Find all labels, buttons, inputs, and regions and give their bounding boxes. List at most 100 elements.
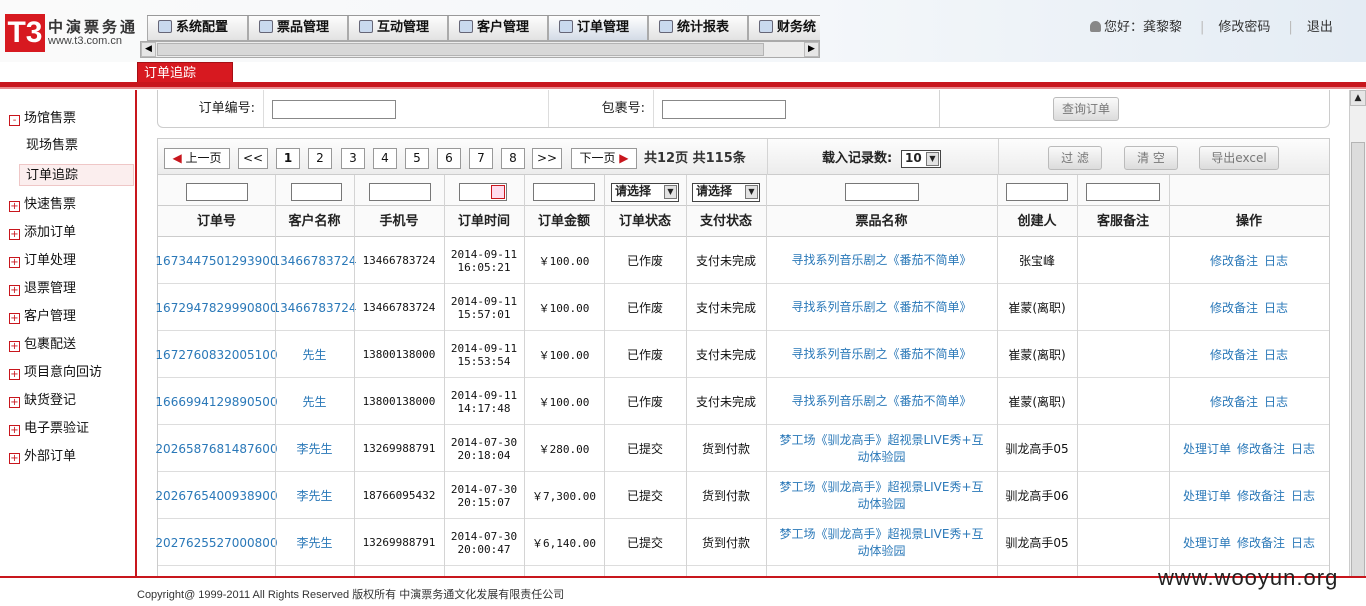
order-no-link[interactable]: 1672947829990800 (155, 284, 277, 331)
calendar-icon[interactable] (491, 185, 505, 199)
product-link[interactable]: 梦工场《驯龙高手》超视景LIVE秀+互动体验园 (766, 472, 997, 519)
menu-ticket-management[interactable]: 票品管理 (248, 16, 348, 41)
filter-button[interactable]: 过 滤 (1048, 146, 1102, 170)
row-action-link[interactable]: 日志 (1264, 252, 1288, 269)
menu-system-config[interactable]: 系统配置 (147, 16, 248, 41)
clear-button[interactable]: 清 空 (1124, 146, 1178, 170)
product-link[interactable]: 寻找系列音乐剧之《番茄不简单》 (766, 237, 997, 284)
page-button-6[interactable]: 6 (437, 148, 461, 169)
row-action-link[interactable]: 处理订单 (1183, 487, 1231, 504)
menu-statistics-report[interactable]: 统计报表 (648, 16, 748, 41)
order-no-link[interactable]: 2026587681487600 (155, 425, 277, 472)
customer-link[interactable]: 李先生 (275, 472, 354, 519)
menu-finance[interactable]: 财务统 (748, 16, 820, 41)
page-button-3[interactable]: 3 (341, 148, 365, 169)
filter-product[interactable] (845, 183, 919, 201)
sidebar-item-external-orders[interactable]: + 外部订单 (9, 446, 76, 468)
sidebar-item-order-processing[interactable]: + 订单处理 (9, 250, 76, 272)
customer-link[interactable]: 先生 (275, 378, 354, 425)
scrollbar-thumb[interactable] (1351, 142, 1365, 582)
logout-link[interactable]: 退出 (1307, 20, 1333, 35)
product-link[interactable]: 寻找系列音乐剧之《番茄不简单》 (766, 284, 997, 331)
page-button-5[interactable]: 5 (405, 148, 429, 169)
export-excel-button[interactable]: 导出excel (1199, 146, 1279, 170)
sidebar-item-project-followup[interactable]: + 项目意向回访 (9, 362, 102, 384)
row-action-link[interactable]: 修改备注 (1237, 534, 1285, 551)
filter-phone[interactable] (369, 183, 431, 201)
row-action-link[interactable]: 修改备注 (1210, 393, 1258, 410)
product-link[interactable]: 梦工场《驯龙高手》超视景LIVE秀+互动体验园 (766, 425, 997, 472)
first-page-button[interactable]: << (238, 148, 268, 169)
scroll-left-arrow-icon[interactable]: ◀ (141, 42, 156, 57)
filter-amount[interactable] (533, 183, 595, 201)
row-action-link[interactable]: 日志 (1264, 346, 1288, 363)
order-status-select[interactable]: 请选择 ▼ (611, 183, 679, 202)
change-password-link[interactable]: 修改密码 (1218, 20, 1270, 35)
product-name[interactable]: 梦工场《驯龙高手》超视景LIVE秀+互动体验园 (766, 526, 997, 560)
product-name[interactable]: 寻找系列音乐剧之《番茄不简单》 (783, 252, 979, 269)
page-button-4[interactable]: 4 (373, 148, 397, 169)
page-button-7[interactable]: 7 (469, 148, 493, 169)
product-link[interactable]: 梦工场《驯龙高手》超视景LIVE秀+互动体验园 (766, 519, 997, 566)
row-action-link[interactable]: 修改备注 (1210, 299, 1258, 316)
pay-status-select[interactable]: 请选择 ▼ (692, 183, 760, 202)
sidebar-item-venue-sales[interactable]: - 场馆售票 (9, 108, 76, 130)
sidebar-item-add-order[interactable]: + 添加订单 (9, 222, 76, 244)
product-name[interactable]: 梦工场《驯龙高手》超视景LIVE秀+互动体验园 (766, 479, 997, 513)
row-action-link[interactable]: 日志 (1264, 299, 1288, 316)
load-records-select[interactable]: 10 ▼ (901, 150, 941, 168)
product-name[interactable]: 寻找系列音乐剧之《番茄不简单》 (783, 346, 979, 363)
page-button-2[interactable]: 2 (308, 148, 332, 169)
filter-creator[interactable] (1006, 183, 1068, 201)
row-action-link[interactable]: 日志 (1291, 440, 1315, 457)
filter-customer[interactable] (291, 183, 342, 201)
query-order-button[interactable]: 查询订单 (1053, 97, 1119, 121)
row-action-link[interactable]: 修改备注 (1237, 440, 1285, 457)
customer-link[interactable]: 先生 (275, 331, 354, 378)
order-no-input[interactable] (272, 100, 396, 119)
sidebar-item-refund-management[interactable]: + 退票管理 (9, 278, 76, 300)
row-action-link[interactable]: 修改备注 (1210, 252, 1258, 269)
package-no-input[interactable] (662, 100, 786, 119)
order-no-link[interactable]: 1666994129890500 (155, 378, 277, 425)
sidebar-item-quick-sales[interactable]: + 快速售票 (9, 194, 76, 216)
sidebar-item-order-tracking[interactable]: 订单追踪 (19, 164, 134, 186)
menu-order-management[interactable]: 订单管理 (548, 16, 648, 41)
page-vertical-scrollbar[interactable]: ▲ (1349, 90, 1366, 582)
row-action-link[interactable]: 日志 (1291, 487, 1315, 504)
page-button-8[interactable]: 8 (501, 148, 525, 169)
menu-customer-management[interactable]: 客户管理 (448, 16, 548, 41)
order-no-link[interactable]: 2027625527000800 (155, 519, 277, 566)
sidebar-item-onsite-sales[interactable]: 现场售票 (26, 135, 78, 157)
product-name[interactable]: 梦工场《驯龙高手》超视景LIVE秀+互动体验园 (766, 432, 997, 466)
menu-interaction-management[interactable]: 互动管理 (348, 16, 448, 41)
row-action-link[interactable]: 处理订单 (1183, 440, 1231, 457)
prev-page-button[interactable]: ◀ 上一页 (164, 148, 230, 169)
product-link[interactable]: 寻找系列音乐剧之《番茄不简单》 (766, 378, 997, 425)
filter-remark[interactable] (1086, 183, 1160, 201)
filter-order-no[interactable] (186, 183, 248, 201)
tab-order-tracking[interactable]: 订单追踪 (137, 62, 233, 84)
sidebar-item-out-of-stock[interactable]: + 缺货登记 (9, 390, 76, 412)
sidebar-item-customer-management[interactable]: + 客户管理 (9, 306, 76, 328)
sidebar-item-package-delivery[interactable]: + 包裹配送 (9, 334, 76, 356)
scroll-right-arrow-icon[interactable]: ▶ (804, 42, 819, 57)
customer-link[interactable]: 13466783724 (273, 284, 357, 331)
product-name[interactable]: 寻找系列音乐剧之《番茄不简单》 (783, 299, 979, 316)
row-action-link[interactable]: 处理订单 (1183, 534, 1231, 551)
row-action-link[interactable]: 修改备注 (1237, 487, 1285, 504)
order-no-link[interactable]: 1673447501293900 (155, 237, 277, 284)
last-page-button[interactable]: >> (532, 148, 562, 169)
order-no-link[interactable]: 2026765400938900 (155, 472, 277, 519)
page-button-1[interactable]: 1 (276, 148, 300, 169)
row-action-link[interactable]: 日志 (1291, 534, 1315, 551)
filter-order-date[interactable] (459, 183, 507, 201)
row-action-link[interactable]: 日志 (1264, 393, 1288, 410)
customer-link[interactable]: 13466783724 (273, 237, 357, 284)
product-name[interactable]: 寻找系列音乐剧之《番茄不简单》 (783, 393, 979, 410)
sidebar-item-eticket-verify[interactable]: + 电子票验证 (9, 418, 89, 440)
scrollbar-thumb[interactable] (157, 43, 764, 56)
customer-link[interactable]: 李先生 (275, 519, 354, 566)
menu-horizontal-scrollbar[interactable]: ◀ ▶ (140, 41, 820, 58)
customer-link[interactable]: 李先生 (275, 425, 354, 472)
